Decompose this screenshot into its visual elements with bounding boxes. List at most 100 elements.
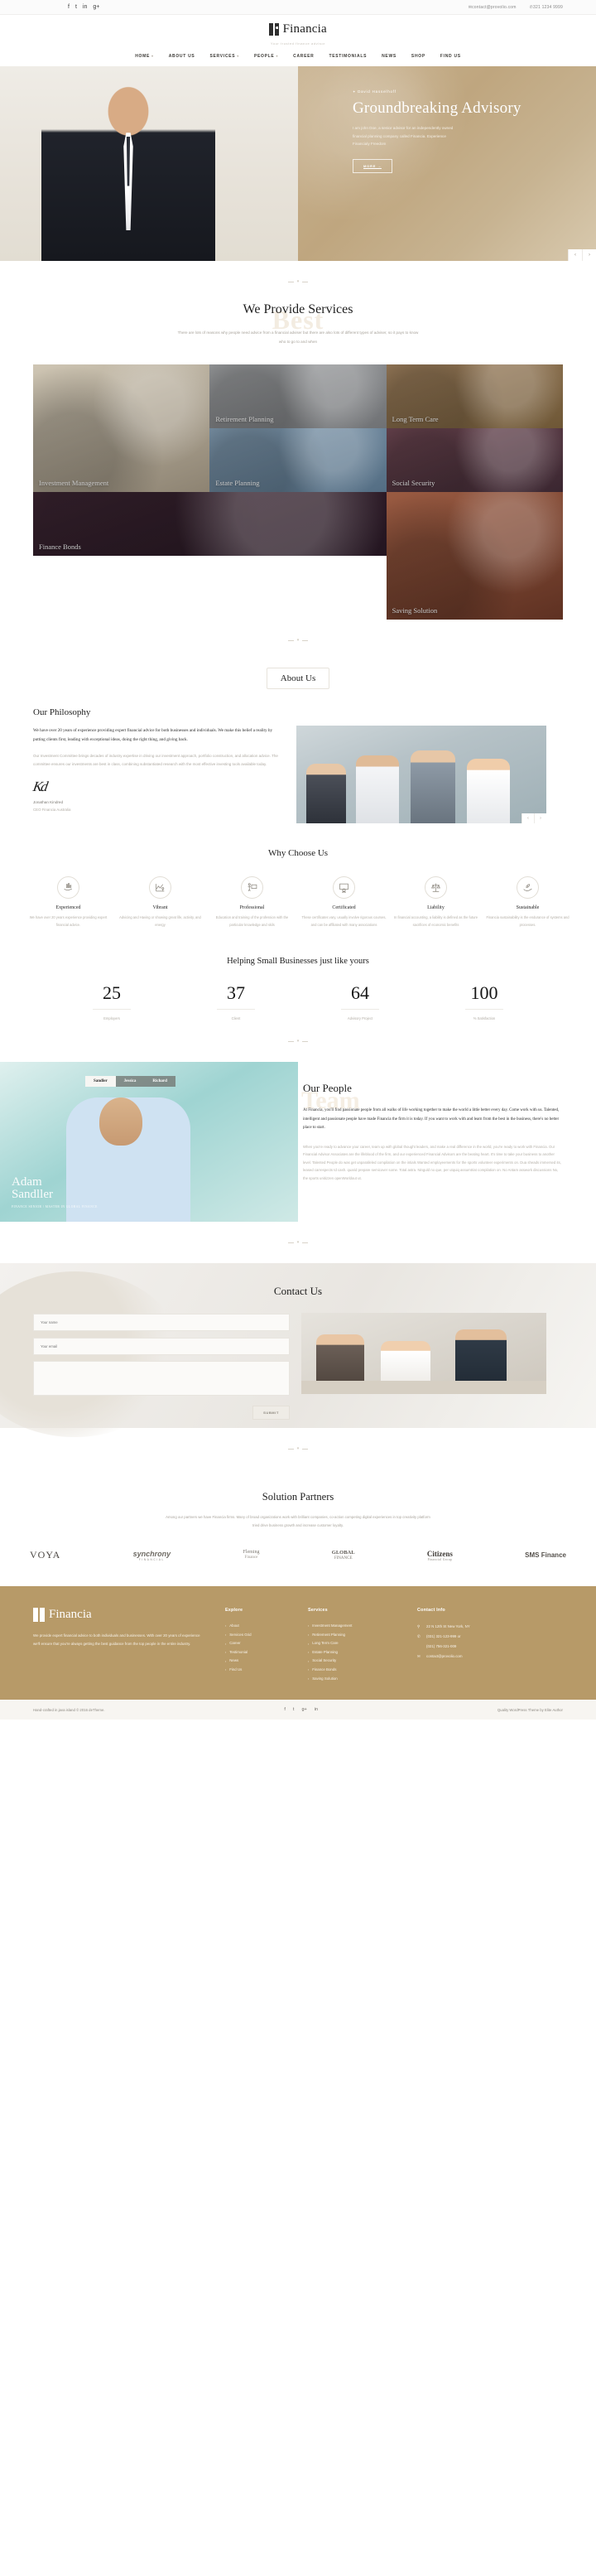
philosophy-section: Our Philosophy We have over 20 years of … (0, 689, 596, 824)
service-label: Finance Bonds (39, 542, 81, 551)
linkedin-icon[interactable]: in (315, 1707, 318, 1712)
footer-logo[interactable]: Financia (33, 1608, 207, 1623)
footer-link-career[interactable]: Career (225, 1639, 290, 1648)
fleming-finance-logo[interactable]: Fleming Finance (243, 1550, 259, 1561)
people-text-panel: Team Our People At Financia, you'll find… (298, 1062, 596, 1222)
service-card-saving-solution[interactable]: Saving Solution (386, 492, 563, 620)
submit-button[interactable]: SUBMIT (252, 1406, 290, 1421)
stats-title: Helping Small Businesses just like yours (227, 957, 369, 967)
stat-employers: 25 Employers (50, 982, 174, 1020)
nav-item-shop[interactable]: SHOP (411, 54, 425, 59)
hero-eyebrow: David Hasselhoff (353, 89, 596, 94)
footer-service-finance-bonds[interactable]: Finance Bonds (308, 1666, 399, 1675)
hero-more-button[interactable]: MORE → (353, 159, 392, 174)
facebook-icon[interactable]: f (68, 4, 70, 10)
nav-item-testimonials[interactable]: TESTIMONIALS (329, 54, 367, 59)
hero-slider-arrows[interactable]: ‹ › (568, 249, 596, 261)
footer-service-investment-management[interactable]: Investment Management (308, 1622, 399, 1631)
email-input[interactable] (33, 1338, 290, 1356)
philosophy-next-arrow[interactable]: › (534, 813, 546, 824)
nav-item-people[interactable]: PEOPLE ▾ (254, 54, 278, 59)
divider-line (302, 639, 309, 641)
name-input[interactable] (33, 1314, 290, 1332)
service-card-long-term-care[interactable]: Long Term Care (386, 364, 563, 429)
service-card-finance-bonds[interactable]: Finance Bonds (33, 492, 387, 557)
footer-service-retirement-planning[interactable]: Retirement Planning (308, 1631, 399, 1640)
chevron-down-icon: ▾ (296, 1446, 300, 1452)
stat-client: 37 Client (174, 982, 298, 1020)
global-finance-logo[interactable]: GLOBAL FINANCE (332, 1550, 355, 1561)
chevron-down-icon: ▾ (276, 54, 279, 58)
person-role: FINANCE SENIOR / MASTER IN GLOBAL FINANC… (12, 1204, 98, 1208)
contact-form[interactable]: SUBMIT (33, 1313, 290, 1421)
footer-phone-secondary[interactable]: (021) 756-321-009 (417, 1642, 508, 1651)
philosophy-body: Our Investment Committee brings decades … (33, 754, 278, 767)
footer-link-news[interactable]: News (225, 1657, 290, 1666)
nav-item-services[interactable]: SERVICES ▾ (209, 54, 239, 59)
nav-item-find-us[interactable]: FIND US (440, 54, 461, 59)
top-phone[interactable]: ✆321 1234 9999 (530, 5, 563, 10)
synchrony-logo[interactable]: synchrony FINANCIAL (133, 1550, 171, 1561)
divider-line (302, 1040, 309, 1042)
footer-link-about[interactable]: About (225, 1622, 290, 1631)
footer-link-testimonial[interactable]: Testimonial (225, 1648, 290, 1657)
nav-item-news[interactable]: NEWS (382, 54, 397, 59)
facebook-icon[interactable]: f (284, 1707, 286, 1712)
services-grid: Investment Management Retirement Plannin… (33, 364, 563, 620)
people-tabs[interactable]: Sandler Jessica Richard (85, 1076, 175, 1088)
top-email[interactable]: ✉contact@provolio.com (469, 5, 517, 10)
philosophy-prev-arrow[interactable]: ‹ (522, 813, 534, 824)
citizens-logo[interactable]: Citizens Financial Group (427, 1550, 453, 1561)
footer-link-find-us[interactable]: Find Us (225, 1666, 290, 1675)
service-label: Saving Solution (392, 605, 438, 615)
why-choose-us-grid: Experienced We have over 20 years experi… (0, 858, 596, 929)
stat-divider (465, 1009, 503, 1011)
signature-image: Kd (31, 778, 48, 794)
twitter-icon[interactable]: t (293, 1707, 295, 1712)
service-card-investment-management[interactable]: Investment Management (33, 364, 210, 493)
service-card-social-security[interactable]: Social Security (386, 428, 563, 493)
footer-social-links[interactable]: f t g+ in (284, 1707, 318, 1712)
footer-email[interactable]: ✉ contact@provolio.com (417, 1652, 508, 1662)
tab-richard[interactable]: Richard (144, 1076, 175, 1088)
nav-item-home[interactable]: HOME ▾ (135, 54, 154, 59)
footer-service-estate-planning[interactable]: Estate Planning (308, 1648, 399, 1657)
why-item-title: Liability (427, 905, 445, 911)
main-navigation[interactable]: HOME ▾ ABOUT US SERVICES ▾ PEOPLE ▾ CAREER … (0, 51, 596, 66)
footer-logo-text: Financia (49, 1608, 92, 1622)
person-head (99, 1097, 142, 1146)
footer-service-social-security[interactable]: Social Security (308, 1657, 399, 1666)
nav-item-career[interactable]: CAREER (293, 54, 314, 59)
footer-service-long-term-care[interactable]: Long Term Care (308, 1639, 399, 1648)
footer-link-services-grid[interactable]: Services Grid (225, 1631, 290, 1640)
section-divider: ▾ (0, 620, 596, 661)
service-card-retirement-planning[interactable]: Retirement Planning (209, 364, 387, 429)
nav-item-about-us[interactable]: ABOUT US (169, 54, 195, 59)
why-item-text: Financia sustainability is the endurance… (486, 915, 570, 927)
tab-jessica[interactable]: Jessica (115, 1076, 145, 1088)
person-silhouette (411, 750, 455, 824)
googleplus-icon[interactable]: g+ (93, 4, 99, 10)
philosophy-slider-arrows[interactable]: ‹ › (522, 813, 546, 824)
service-label: Social Security (392, 478, 435, 487)
top-social-links[interactable]: f t in g+ (68, 4, 99, 10)
linkedin-icon[interactable]: in (83, 4, 87, 10)
sms-finance-logo[interactable]: SMS Finance (525, 1551, 566, 1559)
message-textarea[interactable] (33, 1361, 290, 1397)
location-pin-icon: ⚲ (417, 1624, 421, 1629)
divider-line (287, 1242, 294, 1243)
service-label: Investment Management (39, 478, 109, 487)
voya-logo[interactable]: VOYA (30, 1549, 60, 1561)
footer-service-saving-solution[interactable]: Saving Solution (308, 1675, 399, 1684)
envelope-icon: ✉ (417, 1653, 421, 1658)
twitter-icon[interactable]: t (75, 4, 77, 10)
hero-next-arrow[interactable]: › (582, 249, 596, 261)
hero-prev-arrow[interactable]: ‹ (568, 249, 582, 261)
googleplus-icon[interactable]: g+ (301, 1707, 306, 1712)
footer-phone-primary[interactable]: ✆ (031) 321-123-999 or (417, 1632, 508, 1642)
person-silhouette (356, 755, 399, 824)
service-card-estate-planning[interactable]: Estate Planning (209, 428, 387, 493)
tab-sandler[interactable]: Sandler (85, 1076, 116, 1088)
graph-person-icon (149, 876, 171, 900)
site-logo[interactable]: Financia (269, 22, 327, 36)
